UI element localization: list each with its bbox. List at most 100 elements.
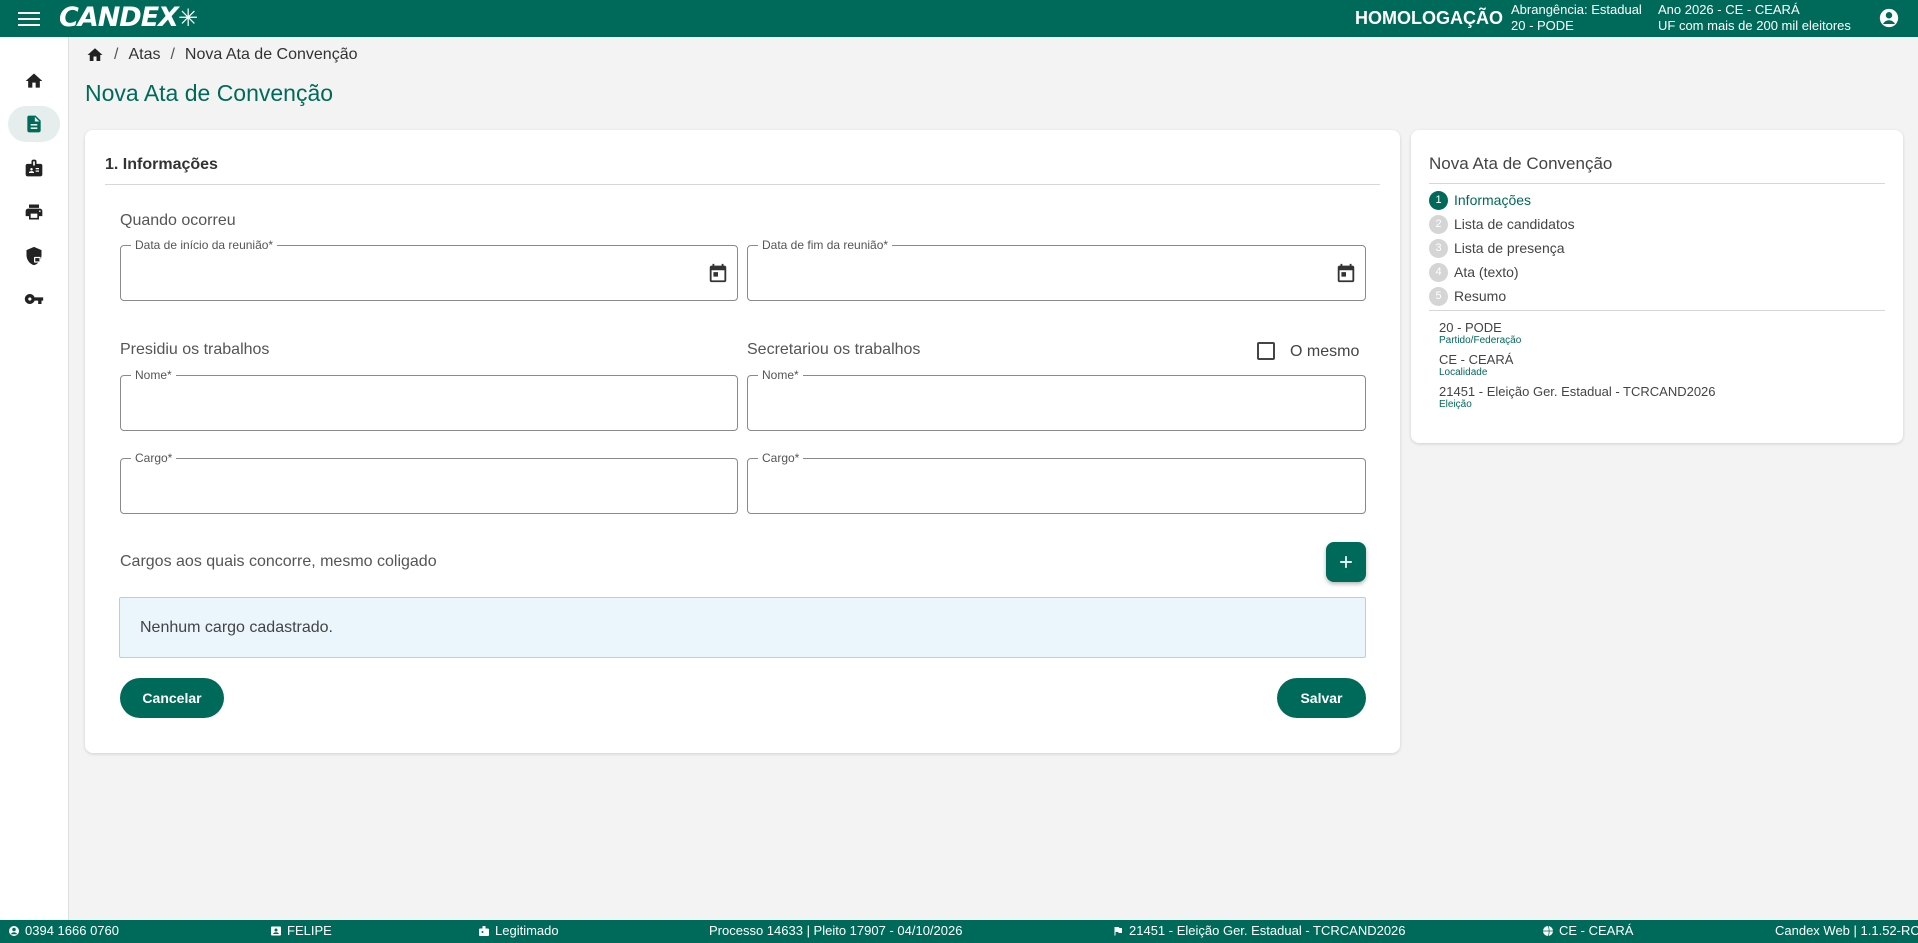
same-label[interactable]: O mesmo — [1290, 343, 1359, 361]
top-bar: CANDEX✳ HOMOLOGAÇÃO Abrangência: Estadua… — [0, 0, 1918, 37]
secretary-label: Secretariou os trabalhos — [747, 341, 921, 358]
context-party: 20 - PODE — [1511, 18, 1574, 33]
footer-phone-text: 0394 1666 0760 — [25, 923, 119, 938]
calendar-icon[interactable] — [1335, 261, 1357, 285]
document-icon — [27, 115, 41, 133]
footer-role: Legitimado — [478, 923, 559, 939]
step-label: Lista de presença — [1454, 240, 1565, 256]
step-lista-presenca[interactable]: 3 Lista de presença — [1429, 236, 1575, 260]
contact-icon — [271, 926, 281, 936]
same-checkbox[interactable] — [1257, 342, 1275, 360]
positions-label: Cargos aos quais concorre, mesmo coligad… — [120, 553, 437, 570]
secretary-position-field[interactable]: Cargo* — [747, 451, 1366, 514]
presided-position-field[interactable]: Cargo* — [120, 451, 738, 514]
sidebar-item-home[interactable] — [8, 63, 60, 99]
footer-election: 21451 - Eleição Ger. Estadual - TCRCAND2… — [1112, 923, 1406, 939]
context-year: Ano 2026 - CE - CEARÁ UF com mais de 200… — [1658, 2, 1851, 34]
user-circle-icon — [9, 926, 19, 936]
step-label: Ata (texto) — [1454, 264, 1519, 280]
section-divider — [105, 184, 1380, 185]
environment-label: HOMOLOGAÇÃO — [1355, 8, 1503, 28]
summary-caption: Partido/Federação — [1439, 335, 1522, 346]
account-icon[interactable] — [1878, 7, 1900, 29]
secretary-position-input[interactable] — [760, 475, 1254, 499]
step-informacoes[interactable]: 1 Informações — [1429, 188, 1575, 212]
secretary-name-input[interactable] — [760, 392, 1254, 416]
footer-user-text: FELIPE — [287, 923, 332, 938]
progress-panel: Nova Ata de Convenção 1 Informações 2 List… — [1411, 130, 1903, 443]
step-label: Informações — [1454, 192, 1532, 208]
panel-divider — [1429, 183, 1885, 184]
footer-phone: 0394 1666 0760 — [8, 923, 119, 939]
cancel-button[interactable]: Cancelar — [120, 678, 224, 718]
sidebar-item-candidates[interactable] — [8, 150, 60, 186]
context-abrangencia: Abrangência: Estadual — [1511, 2, 1642, 17]
summary-list: 20 - PODE Partido/Federação CE - CEARÁ L… — [1439, 320, 1716, 416]
sidebar-item-access[interactable] — [8, 281, 60, 317]
status-bar: 0394 1666 0760 FELIPE Legitimado Process… — [0, 920, 1918, 943]
footer-locale: CE - CEARÁ — [1542, 923, 1633, 939]
globe-icon — [1543, 925, 1553, 937]
presided-name-label: Nome* — [131, 368, 176, 382]
key-icon — [24, 294, 44, 304]
form-card: 1. Informações Quando ocorreu Data de in… — [85, 130, 1400, 753]
summary-value: 20 - PODE — [1439, 320, 1502, 335]
empty-positions-message: Nenhum cargo cadastrado. — [119, 597, 1366, 658]
breadcrumb-separator: / — [170, 46, 175, 63]
add-position-button[interactable] — [1326, 542, 1366, 582]
footer-user: FELIPE — [270, 923, 332, 939]
step-number: 3 — [1429, 238, 1448, 258]
menu-icon[interactable] — [18, 8, 40, 30]
end-date-field[interactable]: Data de fim da reunião* — [747, 238, 1366, 301]
breadcrumb-item-current: Nova Ata de Convenção — [184, 46, 358, 63]
breadcrumb-separator: / — [114, 46, 119, 63]
end-date-label: Data de fim da reunião* — [758, 238, 893, 252]
footer-version: Candex Web | 1.1.52-RC — [1775, 923, 1918, 939]
start-date-input[interactable] — [133, 262, 626, 286]
start-date-field[interactable]: Data de início da reunião* — [120, 238, 738, 301]
sidebar-item-print[interactable] — [8, 194, 60, 230]
presided-name-field[interactable]: Nome* — [120, 368, 738, 431]
summary-caption: Localidade — [1439, 367, 1488, 378]
presided-position-label: Cargo* — [131, 451, 177, 465]
step-number: 4 — [1429, 262, 1448, 282]
home-icon — [25, 73, 43, 88]
section-title: 1. Informações — [105, 156, 218, 173]
breadcrumb-item-atas[interactable]: Atas — [128, 46, 160, 64]
logo-text: CANDEX — [59, 2, 179, 33]
flag-icon — [1114, 927, 1122, 936]
sidebar — [0, 37, 69, 920]
app-logo[interactable]: CANDEX✳ — [59, 2, 198, 33]
secretary-position-label: Cargo* — [758, 451, 804, 465]
secretary-name-field[interactable]: Nome* — [747, 368, 1366, 431]
step-resumo[interactable]: 5 Resumo — [1429, 284, 1575, 308]
plus-icon — [1340, 556, 1352, 568]
footer-process-text: Processo 14633 | Pleito 17907 - 04/10/20… — [709, 923, 963, 938]
step-number: 5 — [1429, 286, 1448, 306]
presided-label: Presidiu os trabalhos — [120, 341, 270, 358]
step-lista-candidatos[interactable]: 2 Lista de candidatos — [1429, 212, 1575, 236]
context-uf-size: UF com mais de 200 mil eleitores — [1658, 18, 1851, 33]
save-button[interactable]: Salvar — [1277, 678, 1366, 718]
summary-value: CE - CEARÁ — [1439, 352, 1514, 367]
when-label: Quando ocorreu — [120, 212, 236, 229]
calendar-icon[interactable] — [707, 261, 729, 285]
presided-position-input[interactable] — [133, 475, 626, 499]
step-label: Resumo — [1454, 288, 1507, 304]
presided-name-input[interactable] — [133, 392, 626, 416]
home-icon[interactable] — [86, 46, 104, 64]
panel-divider — [1429, 310, 1885, 311]
badge-icon — [479, 926, 489, 936]
context-scope: Abrangência: Estadual 20 - PODE — [1511, 2, 1642, 34]
shield-lock-icon — [26, 246, 42, 266]
end-date-input[interactable] — [760, 262, 1254, 286]
step-ata-texto[interactable]: 4 Ata (texto) — [1429, 260, 1575, 284]
step-number: 1 — [1429, 190, 1448, 210]
secretary-name-label: Nome* — [758, 368, 803, 382]
summary-caption: Eleição — [1439, 399, 1472, 410]
summary-election: 21451 - Eleição Ger. Estadual - TCRCAND2… — [1439, 384, 1716, 410]
sidebar-item-security[interactable] — [8, 238, 60, 274]
context-year-state: Ano 2026 - CE - CEARÁ — [1658, 2, 1800, 17]
sidebar-item-atas[interactable] — [8, 106, 60, 142]
summary-value: 21451 - Eleição Ger. Estadual - TCRCAND2… — [1439, 384, 1716, 399]
